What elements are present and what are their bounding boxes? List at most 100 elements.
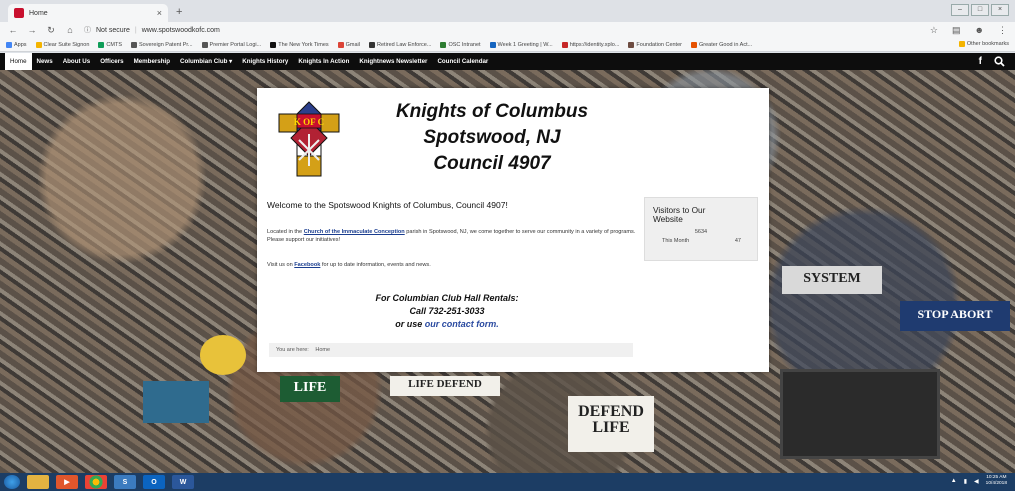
word-icon[interactable]: W [172, 475, 194, 489]
security-label: Not secure [96, 26, 130, 34]
network-icon[interactable]: ▮ [964, 478, 967, 485]
site-title: Knights of Columbus Spotswood, NJ Counci… [367, 99, 617, 177]
bookmark-item[interactable]: Sovereign Patent Pr... [131, 41, 193, 48]
nav-knightnews-newsletter[interactable]: Knightnews Newsletter [354, 53, 432, 70]
stop-abort-sign: STOP ABORT [900, 301, 1010, 331]
bookmarks-bar: Apps Clear Suite Signon CMTS Sovereign P… [0, 38, 1015, 52]
dark-protest-sign [780, 369, 940, 459]
hall-rentals: For Columbian Club Hall Rentals: Call 73… [327, 292, 567, 331]
nav-home[interactable]: Home [5, 53, 32, 70]
bookmark-item[interactable]: Foundation Center [628, 41, 682, 48]
nav-news[interactable]: News [32, 53, 58, 70]
bookmark-item[interactable]: https://identity.xplo... [561, 41, 619, 48]
bookmark-icon [270, 41, 277, 48]
bookmark-item[interactable]: Apps [6, 41, 27, 48]
folder-icon [958, 41, 965, 47]
bookmark-item[interactable]: Week 1 Greeting | W... [489, 41, 553, 48]
site-nav: Home News About Us Officers Membership C… [0, 53, 1015, 70]
bookmark-icon [628, 41, 635, 48]
kofc-emblem-icon: K OF C [278, 101, 340, 177]
chrome-icon[interactable] [85, 475, 107, 489]
url-field[interactable]: ⓘ Not secure | www.spotswoodkofc.com [84, 24, 921, 37]
breadcrumb: You are here: Home [269, 343, 633, 357]
new-tab-button[interactable]: + [176, 6, 182, 18]
skype-icon[interactable]: S [114, 475, 136, 489]
nav-knights-in-action[interactable]: Knights In Action [293, 53, 354, 70]
bookmark-star-icon[interactable]: ☆ [930, 25, 938, 36]
life-defend-sign: LIFE DEFEND [390, 376, 500, 396]
info-icon[interactable]: ⓘ [84, 25, 91, 35]
search-icon[interactable] [994, 56, 1005, 70]
visitor-month-row: This Month 47 [653, 238, 749, 244]
bookmark-item[interactable]: Retired Law Enforce... [369, 41, 431, 48]
blue-protest-sign [143, 381, 209, 423]
maximize-icon[interactable]: □ [971, 4, 989, 16]
life-sign: LIFE [280, 376, 340, 402]
outlook-icon[interactable]: O [143, 475, 165, 489]
bookmark-item[interactable]: OSC Intranet [440, 41, 481, 48]
profile-icon[interactable]: ☻ [975, 25, 984, 35]
back-arrow-icon[interactable]: ← [8, 25, 18, 35]
bookmark-icon [561, 41, 568, 48]
url-separator: | [134, 26, 137, 34]
bookmark-item[interactable]: Clear Suite Signon [35, 41, 89, 48]
nav-columbian-club[interactable]: Columbian Club ▾ [175, 53, 237, 70]
tab-title: Home [29, 9, 48, 17]
file-explorer-icon[interactable] [27, 475, 49, 489]
media-player-icon[interactable]: ▶ [56, 475, 78, 489]
address-bar: ← → ↻ ⌂ ⓘ Not secure | www.spotswoodkofc… [0, 22, 1015, 38]
minimize-icon[interactable]: – [951, 4, 969, 16]
nav-council-calendar[interactable]: Council Calendar [432, 53, 493, 70]
rentals-line1: For Columbian Club Hall Rentals: [375, 293, 519, 303]
tray-arrow-icon[interactable]: ▲ [951, 478, 957, 484]
close-window-icon[interactable]: × [991, 4, 1009, 16]
window-controls: – □ × [951, 4, 1009, 16]
site-title-line3: Council 4907 [433, 153, 551, 174]
bookmark-icon [201, 41, 208, 48]
defend-life-sign: DEFEND LIFE [568, 396, 654, 452]
bookmark-icon [35, 41, 42, 48]
facebook-link[interactable]: Facebook [294, 262, 320, 268]
browser-tabbar: Home × + – □ × [0, 0, 1015, 22]
bookmark-item[interactable]: The New York Times [270, 41, 329, 48]
start-button-icon[interactable] [4, 475, 20, 489]
extension-icon[interactable]: ▤ [952, 25, 961, 36]
rentals-line3: or use our contact form. [395, 319, 499, 329]
visitor-month-label: This Month [662, 238, 690, 244]
site-title-line2: Spotswood, NJ [423, 127, 561, 148]
forward-arrow-icon[interactable]: → [27, 25, 37, 35]
system-sign: SYSTEM [782, 266, 882, 294]
volume-icon[interactable]: ◀ [974, 478, 979, 485]
bookmark-item[interactable]: Premier Portal Logi... [201, 41, 261, 48]
contact-form-link[interactable]: our contact form. [425, 319, 499, 329]
visitor-title: Visitors to Our Website [653, 205, 706, 224]
bookmark-item[interactable]: Gmail [337, 41, 360, 48]
svg-text:K OF C: K OF C [294, 117, 324, 127]
nav-membership[interactable]: Membership [129, 53, 175, 70]
bookmark-icon [690, 41, 697, 48]
close-tab-icon[interactable]: × [157, 8, 162, 18]
clock[interactable]: 10:25 AM 10/4/2018 [986, 475, 1007, 487]
kofc-favicon-icon [14, 8, 24, 18]
church-link[interactable]: Church of the Immaculate Conception [304, 229, 405, 235]
facebook-icon[interactable]: f [979, 56, 982, 70]
bookmark-icon [337, 41, 344, 48]
bookmark-item[interactable]: Greater Good in Act... [690, 41, 752, 48]
home-icon[interactable]: ⌂ [65, 25, 75, 35]
taskbar: ▶ S O W ▲ ▮ ◀ 10:25 AM 10/4/2018 [0, 473, 1015, 491]
reload-icon[interactable]: ↻ [46, 25, 56, 36]
system-tray: ▲ ▮ ◀ 10:25 AM 10/4/2018 [951, 475, 1007, 487]
bookmark-icon [489, 41, 496, 48]
browser-tab-home[interactable]: Home × [8, 4, 168, 22]
nav-about-us[interactable]: About Us [58, 53, 96, 70]
bookmark-item[interactable]: CMTS [98, 41, 122, 48]
intro-paragraph: Located in the Church of the Immaculate … [267, 229, 636, 243]
yellow-balloon [200, 335, 246, 375]
toolbar-right: ☆ ▤ ☻ ⋮ [930, 25, 1007, 36]
other-bookmarks[interactable]: Other bookmarks [954, 41, 1009, 47]
facebook-paragraph: Visit us on Facebook for up to date info… [267, 262, 431, 268]
nav-knights-history[interactable]: Knights History [237, 53, 293, 70]
nav-officers[interactable]: Officers [95, 53, 128, 70]
menu-dots-icon[interactable]: ⋮ [998, 25, 1007, 36]
welcome-heading: Welcome to the Spotswood Knights of Colu… [267, 200, 508, 210]
